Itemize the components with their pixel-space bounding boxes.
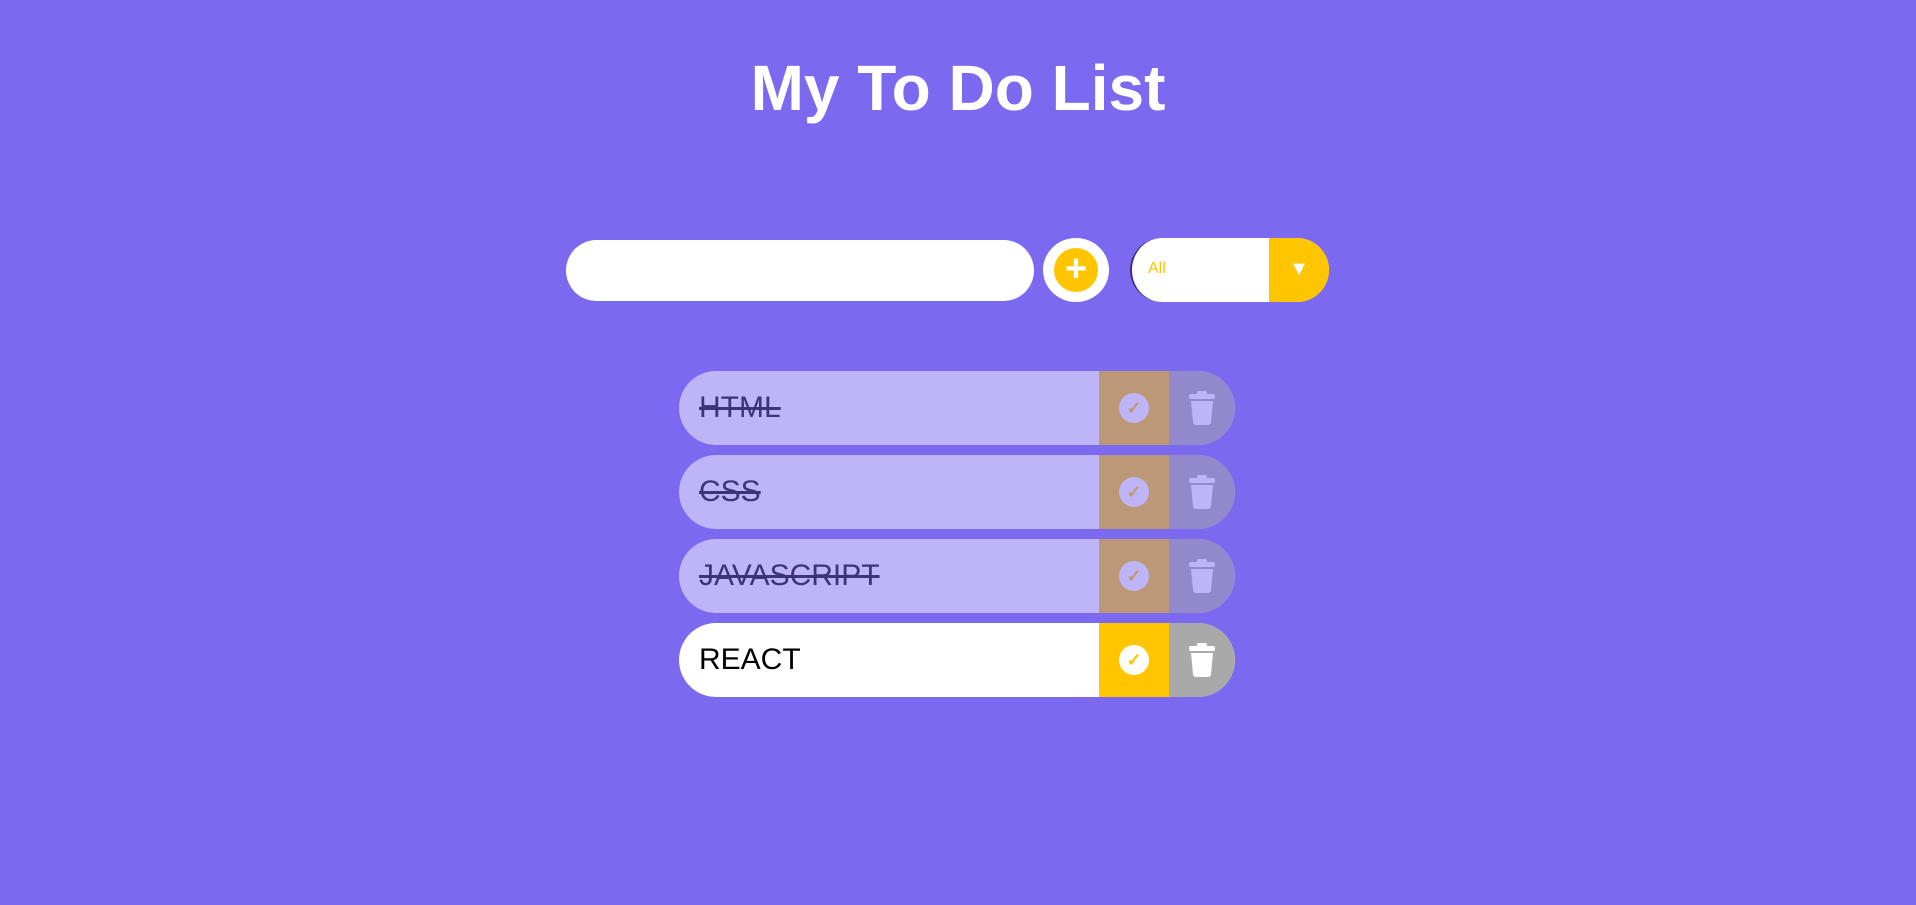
complete-button[interactable]: ✓	[1099, 455, 1169, 529]
todo-item: HTML ✓	[679, 371, 1235, 445]
delete-button[interactable]	[1169, 455, 1235, 529]
todo-text: HTML	[699, 391, 781, 424]
chevron-down-icon: ▼	[1269, 238, 1329, 302]
delete-button[interactable]	[1169, 623, 1235, 697]
complete-button[interactable]: ✓	[1099, 539, 1169, 613]
delete-button[interactable]	[1169, 539, 1235, 613]
todo-text: JAVASCRIPT	[699, 559, 880, 592]
todo-item: REACT ✓	[679, 623, 1235, 697]
delete-button[interactable]	[1169, 371, 1235, 445]
filter-select[interactable]: All ▼	[1130, 238, 1329, 302]
trash-icon	[1189, 391, 1215, 425]
todo-input[interactable]	[566, 240, 1034, 301]
check-icon: ✓	[1119, 645, 1149, 675]
page-title: My To Do List	[750, 52, 1166, 124]
add-todo-button[interactable]: +	[1043, 238, 1109, 302]
plus-icon: +	[1054, 248, 1098, 292]
check-icon: ✓	[1119, 477, 1149, 507]
trash-icon	[1189, 559, 1215, 593]
todo-item: CSS ✓	[679, 455, 1235, 529]
todo-text: CSS	[699, 475, 761, 508]
complete-button[interactable]: ✓	[1099, 623, 1169, 697]
todo-text: REACT	[699, 643, 801, 676]
trash-icon	[1189, 475, 1215, 509]
check-icon: ✓	[1119, 393, 1149, 423]
todo-item: JAVASCRIPT ✓	[679, 539, 1235, 613]
check-icon: ✓	[1119, 561, 1149, 591]
trash-icon	[1189, 643, 1215, 677]
complete-button[interactable]: ✓	[1099, 371, 1169, 445]
filter-selected-value: All	[1148, 260, 1166, 277]
todo-list: HTML ✓ CSS ✓ JAVASCRIPT ✓ REACT ✓	[679, 371, 1235, 707]
